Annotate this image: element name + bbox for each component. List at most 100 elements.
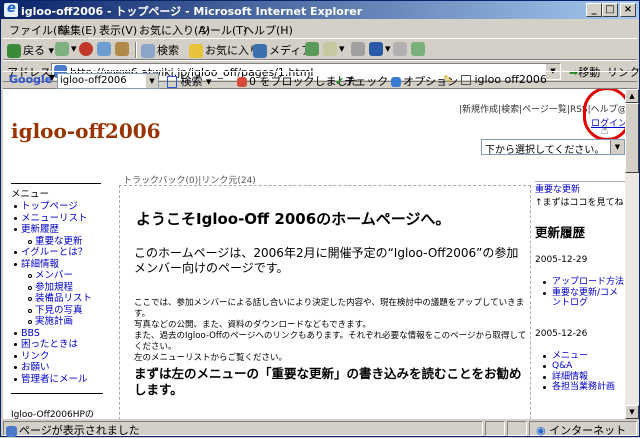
forward-button[interactable]: ▾ [55, 42, 77, 56]
search-label: 検索 [157, 44, 179, 57]
home-icon [115, 42, 129, 56]
scroll-up-icon[interactable]: ▲ [625, 89, 639, 103]
favorites-label: お気に入り [205, 44, 260, 57]
g-icon [167, 76, 177, 88]
media-button[interactable]: メディア [253, 42, 312, 58]
stop-icon [79, 42, 93, 56]
standard-toolbar: 戻る ▾ ▾ 検索 お気に入り メディア ▾ ▾ [3, 38, 637, 60]
discuss-button[interactable] [393, 42, 409, 56]
search-button[interactable]: 検索 [141, 42, 179, 58]
nav-item[interactable]: リンク [11, 351, 103, 363]
history-item[interactable]: Q&A [535, 361, 625, 372]
google-logo[interactable]: Google [9, 73, 52, 86]
nav-item[interactable]: 更新履歴 [11, 224, 103, 236]
history-item[interactable]: 重要な更新/コメントログ [535, 288, 625, 309]
nav-item[interactable]: 重要な更新 [11, 236, 103, 248]
google-search-button[interactable]: 検索 ▾ [167, 73, 212, 89]
google-menu-icon[interactable]: ▼ [49, 73, 55, 82]
google-search-input[interactable]: igloo-off2006 ▼ [57, 73, 159, 89]
maximize-button[interactable]: □ [602, 3, 618, 17]
history-icon [305, 42, 319, 56]
search-icon [141, 44, 155, 58]
discuss-icon [393, 42, 407, 56]
nav-item[interactable]: 詳細情報 [11, 259, 103, 271]
page-select[interactable]: 下から選択してください。 ▼ [481, 139, 625, 156]
pencil-icon: ✎ [443, 73, 453, 86]
minimize-button[interactable]: _ [586, 3, 602, 17]
refresh-icon [97, 42, 111, 56]
nav-item[interactable]: 装備品リスト [11, 293, 103, 305]
browser-window: igloo-off2006 - トップページ - Microsoft Inter… [0, 0, 640, 437]
messenger-icon [411, 42, 425, 56]
nav-item[interactable]: メニューリスト [11, 213, 103, 225]
nav-item[interactable]: 管理者にメール [11, 374, 103, 386]
edit-button[interactable]: ▾ [369, 42, 391, 56]
messenger-button[interactable] [411, 42, 427, 56]
nav-item[interactable]: 困ったときは [11, 339, 103, 351]
nav-item[interactable]: 実施計画 [11, 316, 103, 328]
menu-view[interactable]: 表示(V) [99, 22, 137, 38]
back-button[interactable]: 戻る ▾ [7, 42, 54, 58]
menu-tools[interactable]: ツール(T) [199, 22, 247, 38]
back-label: 戻る [23, 44, 45, 57]
history-item[interactable]: アップロード方法 [535, 277, 625, 288]
refresh-button[interactable] [97, 42, 113, 56]
web-content: |新規作成|検索|ページ一覧|RSS|ヘルプ@Wiki ログイン ☝ igloo… [3, 89, 625, 419]
history-item[interactable]: メニュー [535, 351, 625, 362]
history-date: 2005-12-29 [535, 255, 588, 265]
history-item[interactable]: 各担当業務計画 [535, 382, 625, 393]
window-title: igloo-off2006 - トップページ - Microsoft Inter… [21, 5, 363, 18]
history-item[interactable]: 詳細情報 [535, 372, 625, 383]
google-dropdown-icon[interactable]: ▼ [146, 74, 158, 88]
page-done-icon [6, 425, 17, 437]
nav-item[interactable]: 参加規程 [11, 282, 103, 294]
media-icon [253, 44, 267, 58]
nav-item[interactable]: イグルーとは？ [11, 247, 103, 259]
mail-button[interactable]: ▾ [323, 42, 345, 56]
zone-cell: ◉ インターネット [529, 421, 637, 437]
close-button[interactable]: × [620, 3, 636, 17]
site-title: igloo-off2006 [11, 119, 161, 143]
vertical-scrollbar[interactable]: ▲ ▼ [625, 89, 639, 419]
nav-item[interactable]: トップページ [11, 201, 103, 213]
scroll-down-icon[interactable]: ▼ [625, 405, 639, 419]
page-heading: ようこそIgloo-Off 2006のホームページへ。 [136, 210, 451, 228]
scroll-thumb[interactable] [625, 103, 639, 173]
history-list: アップロード方法 重要な更新/コメントログ [535, 277, 625, 309]
check-button[interactable]: ✔チェック ▾ [335, 73, 397, 89]
nav-item[interactable]: BBS [11, 328, 103, 340]
print-button[interactable] [351, 42, 367, 56]
nav-footer: Igloo-Off2006HPの [11, 410, 94, 419]
history-list: メニュー Q&A 詳細情報 各担当業務計画 [535, 351, 625, 393]
page-select-value: 下から選択してください。 [485, 145, 605, 156]
favorites-button[interactable]: お気に入り [189, 42, 260, 58]
menu-edit[interactable]: 編集(E) [59, 22, 97, 38]
stop-button[interactable] [79, 42, 95, 56]
check-icon: ✔ [335, 75, 345, 88]
search-term-icon [461, 75, 471, 85]
star-icon [189, 44, 203, 58]
search-term-button[interactable]: igloo off2006 [461, 73, 547, 86]
google-toolbar: Google ▼ igloo-off2006 ▼ 検索 ▾ 0 をブロックしまし… [3, 71, 637, 89]
main-article: ようこそIgloo-Off 2006のホームページへ。 このホームページは、20… [119, 185, 531, 419]
nav-divider [11, 183, 101, 184]
home-button[interactable] [115, 42, 131, 56]
toolbar-separator [135, 42, 137, 58]
check-label: チェック [344, 75, 389, 88]
important-label[interactable]: 重要な更新 [535, 182, 625, 195]
page-select-dropdown-icon[interactable]: ▼ [610, 140, 624, 154]
highlight-button[interactable]: ✎ [443, 73, 452, 86]
menu-bar: ファイル(F) 編集(E) 表示(V) お気に入り(A) ツール(T) ヘルプ(… [3, 20, 637, 38]
nav-item[interactable]: 下見の写真 [11, 305, 103, 317]
nav-header: メニュー [11, 189, 50, 200]
status-text-cell: ページが表示されました [3, 421, 483, 437]
status-cell [485, 421, 505, 436]
options-icon [391, 77, 401, 87]
nav-item[interactable]: メンバー [11, 270, 103, 282]
ie-icon [4, 1, 18, 17]
important-link[interactable]: ↑まずはココを見てね [535, 195, 625, 208]
history-button[interactable] [305, 42, 321, 56]
menu-help[interactable]: ヘルプ(H) [243, 22, 293, 38]
nav-item[interactable]: お願い [11, 362, 103, 374]
nav-footer-divider [11, 393, 103, 394]
